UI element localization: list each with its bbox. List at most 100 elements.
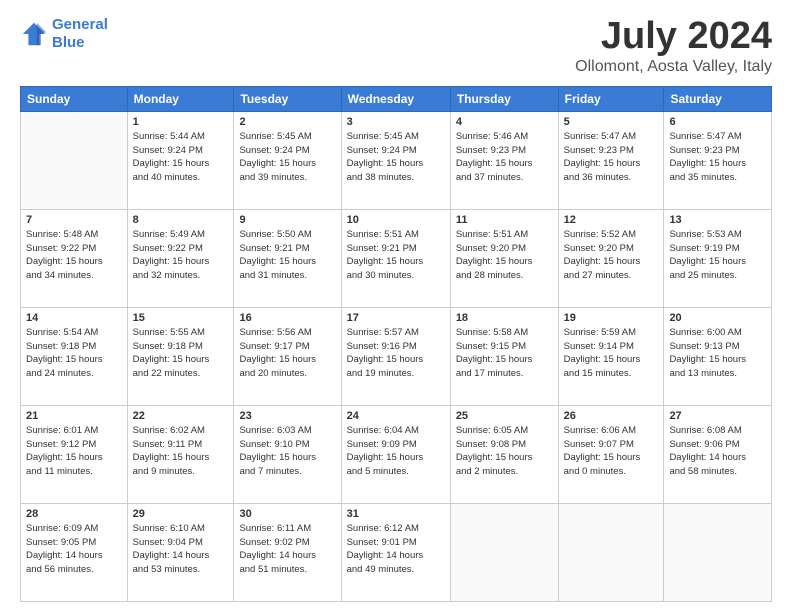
logo: General Blue (20, 16, 108, 52)
day-number: 16 (239, 312, 335, 324)
day-info: Sunrise: 5:45 AM Sunset: 9:24 PM Dayligh… (239, 130, 335, 185)
day-number: 9 (239, 214, 335, 226)
day-info: Sunrise: 6:04 AM Sunset: 9:09 PM Dayligh… (347, 424, 445, 479)
logo-icon (20, 20, 48, 48)
weekday-header-wednesday: Wednesday (341, 86, 450, 111)
calendar-cell: 13 Sunrise: 5:53 AM Sunset: 9:19 PM Dayli… (664, 209, 772, 307)
day-number: 5 (564, 116, 659, 128)
day-info: Sunrise: 5:58 AM Sunset: 9:15 PM Dayligh… (456, 326, 553, 381)
calendar-cell: 31 Sunrise: 6:12 AM Sunset: 9:01 PM Dayli… (341, 503, 450, 601)
day-number: 13 (669, 214, 766, 226)
header: General Blue July 2024 Ollomont, Aosta V… (20, 16, 772, 76)
day-info: Sunrise: 5:45 AM Sunset: 9:24 PM Dayligh… (347, 130, 445, 185)
calendar-cell: 18 Sunrise: 5:58 AM Sunset: 9:15 PM Dayli… (450, 307, 558, 405)
day-number: 30 (239, 508, 335, 520)
calendar-cell: 5 Sunrise: 5:47 AM Sunset: 9:23 PM Daylig… (558, 111, 664, 209)
day-info: Sunrise: 5:44 AM Sunset: 9:24 PM Dayligh… (133, 130, 229, 185)
weekday-header-friday: Friday (558, 86, 664, 111)
calendar-cell: 11 Sunrise: 5:51 AM Sunset: 9:20 PM Dayli… (450, 209, 558, 307)
weekday-header-tuesday: Tuesday (234, 86, 341, 111)
day-number: 11 (456, 214, 553, 226)
day-number: 4 (456, 116, 553, 128)
day-info: Sunrise: 5:52 AM Sunset: 9:20 PM Dayligh… (564, 228, 659, 283)
subtitle: Ollomont, Aosta Valley, Italy (575, 58, 772, 76)
day-number: 23 (239, 410, 335, 422)
calendar-cell: 26Sunrise: 6:06 AM Sunset: 9:07 PM Dayli… (558, 405, 664, 503)
day-info: Sunrise: 5:54 AM Sunset: 9:18 PM Dayligh… (26, 326, 122, 381)
calendar-week-row: 28 Sunrise: 6:09 AM Sunset: 9:05 PM Dayli… (21, 503, 772, 601)
weekday-header-thursday: Thursday (450, 86, 558, 111)
day-info: Sunrise: 6:02 AM Sunset: 9:11 PM Dayligh… (133, 424, 229, 479)
day-number: 28 (26, 508, 122, 520)
day-info: Sunrise: 5:47 AM Sunset: 9:23 PM Dayligh… (564, 130, 659, 185)
day-info: Sunrise: 6:10 AM Sunset: 9:04 PM Dayligh… (133, 522, 229, 577)
day-number: 31 (347, 508, 445, 520)
calendar-cell: 19 Sunrise: 5:59 AM Sunset: 9:14 PM Dayli… (558, 307, 664, 405)
calendar-cell: 21 Sunrise: 6:01 AM Sunset: 9:12 PM Dayli… (21, 405, 128, 503)
day-number: 27 (669, 410, 766, 422)
calendar-cell: 20 Sunrise: 6:00 AM Sunset: 9:13 PM Dayli… (664, 307, 772, 405)
day-info: Sunrise: 6:01 AM Sunset: 9:12 PM Dayligh… (26, 424, 122, 479)
logo-text: General Blue (52, 16, 108, 52)
calendar-cell: 25Sunrise: 6:05 AM Sunset: 9:08 PM Dayli… (450, 405, 558, 503)
calendar-cell: 17 Sunrise: 5:57 AM Sunset: 9:16 PM Dayli… (341, 307, 450, 405)
calendar-cell: 2Sunrise: 5:45 AM Sunset: 9:24 PM Daylig… (234, 111, 341, 209)
calendar-cell: 8 Sunrise: 5:49 AM Sunset: 9:22 PM Daylig… (127, 209, 234, 307)
day-info: Sunrise: 6:08 AM Sunset: 9:06 PM Dayligh… (669, 424, 766, 479)
day-number: 1 (133, 116, 229, 128)
day-info: Sunrise: 5:50 AM Sunset: 9:21 PM Dayligh… (239, 228, 335, 283)
calendar-cell: 23 Sunrise: 6:03 AM Sunset: 9:10 PM Dayli… (234, 405, 341, 503)
day-info: Sunrise: 5:53 AM Sunset: 9:19 PM Dayligh… (669, 228, 766, 283)
weekday-header-sunday: Sunday (21, 86, 128, 111)
calendar-cell: 1 Sunrise: 5:44 AM Sunset: 9:24 PM Daylig… (127, 111, 234, 209)
calendar-cell: 16 Sunrise: 5:56 AM Sunset: 9:17 PM Dayli… (234, 307, 341, 405)
day-info: Sunrise: 6:05 AM Sunset: 9:08 PM Dayligh… (456, 424, 553, 479)
day-info: Sunrise: 6:09 AM Sunset: 9:05 PM Dayligh… (26, 522, 122, 577)
weekday-header-monday: Monday (127, 86, 234, 111)
day-number: 21 (26, 410, 122, 422)
calendar-cell: 30 Sunrise: 6:11 AM Sunset: 9:02 PM Dayli… (234, 503, 341, 601)
day-info: Sunrise: 6:12 AM Sunset: 9:01 PM Dayligh… (347, 522, 445, 577)
weekday-header-row: SundayMondayTuesdayWednesdayThursdayFrid… (21, 86, 772, 111)
calendar-cell (558, 503, 664, 601)
day-info: Sunrise: 5:51 AM Sunset: 9:21 PM Dayligh… (347, 228, 445, 283)
day-number: 7 (26, 214, 122, 226)
calendar-table: SundayMondayTuesdayWednesdayThursdayFrid… (20, 86, 772, 602)
calendar-cell: 24 Sunrise: 6:04 AM Sunset: 9:09 PM Dayli… (341, 405, 450, 503)
day-info: Sunrise: 6:06 AM Sunset: 9:07 PM Dayligh… (564, 424, 659, 479)
day-info: Sunrise: 6:00 AM Sunset: 9:13 PM Dayligh… (669, 326, 766, 381)
day-info: Sunrise: 5:49 AM Sunset: 9:22 PM Dayligh… (133, 228, 229, 283)
calendar-cell: 10Sunrise: 5:51 AM Sunset: 9:21 PM Dayli… (341, 209, 450, 307)
calendar-week-row: 14Sunrise: 5:54 AM Sunset: 9:18 PM Dayli… (21, 307, 772, 405)
page: General Blue July 2024 Ollomont, Aosta V… (0, 0, 792, 612)
calendar-week-row: 1 Sunrise: 5:44 AM Sunset: 9:24 PM Daylig… (21, 111, 772, 209)
calendar-cell: 3 Sunrise: 5:45 AM Sunset: 9:24 PM Daylig… (341, 111, 450, 209)
day-number: 15 (133, 312, 229, 324)
day-info: Sunrise: 6:11 AM Sunset: 9:02 PM Dayligh… (239, 522, 335, 577)
day-info: Sunrise: 5:47 AM Sunset: 9:23 PM Dayligh… (669, 130, 766, 185)
day-info: Sunrise: 5:59 AM Sunset: 9:14 PM Dayligh… (564, 326, 659, 381)
day-info: Sunrise: 6:03 AM Sunset: 9:10 PM Dayligh… (239, 424, 335, 479)
day-number: 18 (456, 312, 553, 324)
day-number: 3 (347, 116, 445, 128)
calendar-cell: 6Sunrise: 5:47 AM Sunset: 9:23 PM Daylig… (664, 111, 772, 209)
day-number: 20 (669, 312, 766, 324)
calendar-cell (664, 503, 772, 601)
calendar-cell: 14Sunrise: 5:54 AM Sunset: 9:18 PM Dayli… (21, 307, 128, 405)
day-info: Sunrise: 5:46 AM Sunset: 9:23 PM Dayligh… (456, 130, 553, 185)
day-number: 12 (564, 214, 659, 226)
calendar-cell: 22Sunrise: 6:02 AM Sunset: 9:11 PM Dayli… (127, 405, 234, 503)
main-title: July 2024 (575, 16, 772, 58)
calendar-week-row: 21 Sunrise: 6:01 AM Sunset: 9:12 PM Dayli… (21, 405, 772, 503)
logo-line1: General (52, 16, 108, 33)
logo-line2: Blue (52, 34, 85, 51)
title-block: July 2024 Ollomont, Aosta Valley, Italy (575, 16, 772, 76)
day-number: 19 (564, 312, 659, 324)
day-number: 8 (133, 214, 229, 226)
calendar-cell (450, 503, 558, 601)
day-number: 24 (347, 410, 445, 422)
day-info: Sunrise: 5:56 AM Sunset: 9:17 PM Dayligh… (239, 326, 335, 381)
day-info: Sunrise: 5:57 AM Sunset: 9:16 PM Dayligh… (347, 326, 445, 381)
day-info: Sunrise: 5:51 AM Sunset: 9:20 PM Dayligh… (456, 228, 553, 283)
day-number: 17 (347, 312, 445, 324)
